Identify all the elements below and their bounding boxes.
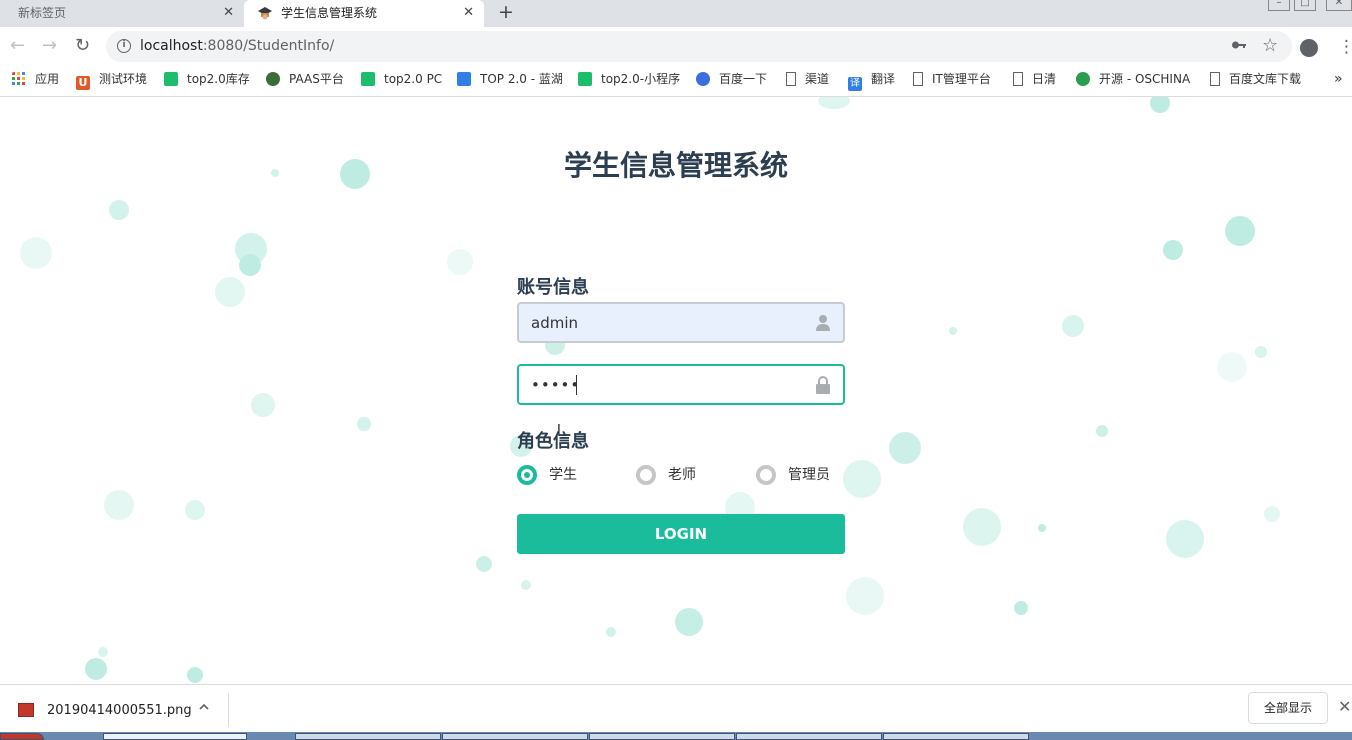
radio-label: 老师 <box>668 467 696 483</box>
start-button[interactable] <box>0 733 44 740</box>
lock-icon <box>816 376 830 394</box>
green-play-icon <box>361 72 375 86</box>
translate-icon: 译 <box>848 77 862 91</box>
new-tab-button[interactable]: + <box>498 0 514 24</box>
tab-strip: 新标签页 ✕ 学生信息管理系统 ✕ + – □ ✕ <box>0 0 1352 27</box>
apps-grid-icon <box>12 72 25 85</box>
lanhu-icon <box>457 72 471 86</box>
download-shelf: 20190414000551.png 全部显示 ✕ <box>0 684 1352 733</box>
username-input[interactable] <box>531 304 801 341</box>
chevron-up-icon[interactable] <box>198 701 210 713</box>
bookmark-item[interactable]: U 测试环境 <box>76 65 147 95</box>
radio-unchecked-icon[interactable] <box>636 465 656 485</box>
taskbar-item[interactable] <box>103 733 247 740</box>
text-caret <box>576 375 577 395</box>
page-icon <box>913 72 923 86</box>
divider <box>228 693 229 727</box>
username-field[interactable] <box>517 302 845 343</box>
bookmark-star-icon[interactable]: ☆ <box>1262 35 1278 56</box>
bookmark-item[interactable]: 译翻译 <box>848 65 895 95</box>
address-bar[interactable]: i localhost:8080/StudentInfo/ ☆ <box>106 31 1292 62</box>
taskbar-item[interactable] <box>883 733 1029 740</box>
taskbar-item[interactable] <box>295 733 441 740</box>
globe-icon <box>266 72 280 86</box>
maximize-icon[interactable]: □ <box>1294 0 1316 11</box>
role-section-label: 角色信息 <box>517 431 589 452</box>
forward-button[interactable]: → <box>42 34 57 58</box>
reload-button[interactable]: ↻ <box>75 34 90 58</box>
browser-menu-icon[interactable]: ⋮ <box>1338 37 1352 57</box>
page-icon <box>1013 72 1023 86</box>
bookmarks-bar: 应用 U 测试环境 top2.0库存 PAAS平台 top2.0 PC TOP 2… <box>0 65 1352 97</box>
bookmark-item[interactable]: top2.0-小程序 <box>578 65 680 95</box>
radio-checked-icon[interactable] <box>517 465 537 485</box>
os-taskbar <box>0 732 1352 740</box>
login-page: 学生信息管理系统 账号信息 I 角色信息 学生 老师 管理员 LOGIN <box>0 97 1352 684</box>
key-icon[interactable] <box>1231 38 1247 52</box>
bookmark-item[interactable]: 百度一下 <box>696 65 767 95</box>
tab-title: 学生信息管理系统 <box>281 6 378 20</box>
password-input[interactable] <box>531 366 801 403</box>
account-icon[interactable] <box>1300 39 1318 57</box>
page-title: 学生信息管理系统 <box>563 149 788 182</box>
bookmark-item[interactable]: 渠道 <box>786 65 829 95</box>
page-icon <box>786 72 796 86</box>
baidu-paw-icon <box>696 72 710 86</box>
tab-new-tab[interactable]: 新标签页 ✕ <box>0 0 244 27</box>
window-close-icon[interactable]: ✕ <box>1326 0 1352 11</box>
bookmark-item[interactable]: top2.0 PC <box>361 65 442 95</box>
close-icon[interactable]: ✕ <box>1338 697 1351 716</box>
oschina-icon <box>1076 72 1090 86</box>
bookmark-item[interactable]: top2.0库存 <box>164 65 250 95</box>
show-all-button[interactable]: 全部显示 <box>1248 692 1328 724</box>
bookmark-item[interactable]: IT管理平台 <box>913 65 991 95</box>
graduation-cap-icon <box>258 7 272 20</box>
bookmark-item[interactable]: 开源 - OSCHINA <box>1076 65 1190 95</box>
back-button[interactable]: ← <box>10 34 25 58</box>
bookmark-item[interactable]: 百度文库下载 <box>1210 65 1301 95</box>
bookmarks-overflow-button[interactable]: » <box>1334 65 1343 93</box>
image-file-icon <box>18 703 34 717</box>
url-text[interactable]: localhost:8080/StudentInfo/ <box>140 31 334 62</box>
download-file-name[interactable]: 20190414000551.png <box>47 685 192 737</box>
tab-title: 新标签页 <box>18 6 67 20</box>
u-logo-icon: U <box>76 76 90 90</box>
browser-toolbar: ← → ↻ i localhost:8080/StudentInfo/ ☆ <box>0 27 1352 65</box>
radio-unchecked-icon[interactable] <box>756 465 776 485</box>
taskbar-item[interactable] <box>442 733 588 740</box>
taskbar-item[interactable] <box>589 733 735 740</box>
minimize-icon[interactable]: – <box>1268 0 1290 11</box>
close-icon[interactable]: ✕ <box>223 0 234 26</box>
taskbar-item[interactable] <box>736 733 882 740</box>
radio-label: 管理员 <box>788 467 830 483</box>
bookmark-item[interactable]: PAAS平台 <box>266 65 344 95</box>
info-icon[interactable]: i <box>117 39 131 53</box>
login-button[interactable]: LOGIN <box>517 514 845 554</box>
password-field[interactable] <box>517 364 845 405</box>
radio-label: 学生 <box>549 467 577 483</box>
user-icon <box>816 315 830 331</box>
close-icon[interactable]: ✕ <box>463 0 474 26</box>
bookmark-item[interactable]: TOP 2.0 - 蓝湖 <box>457 65 563 95</box>
account-section-label: 账号信息 <box>517 277 589 298</box>
bookmark-item[interactable]: 应用 <box>12 65 59 95</box>
bookmark-item[interactable]: 日清 <box>1013 65 1056 95</box>
green-play-icon <box>578 72 592 86</box>
page-icon <box>1210 72 1220 86</box>
green-play-icon <box>164 72 178 86</box>
tab-student-info[interactable]: 学生信息管理系统 ✕ <box>244 0 484 27</box>
